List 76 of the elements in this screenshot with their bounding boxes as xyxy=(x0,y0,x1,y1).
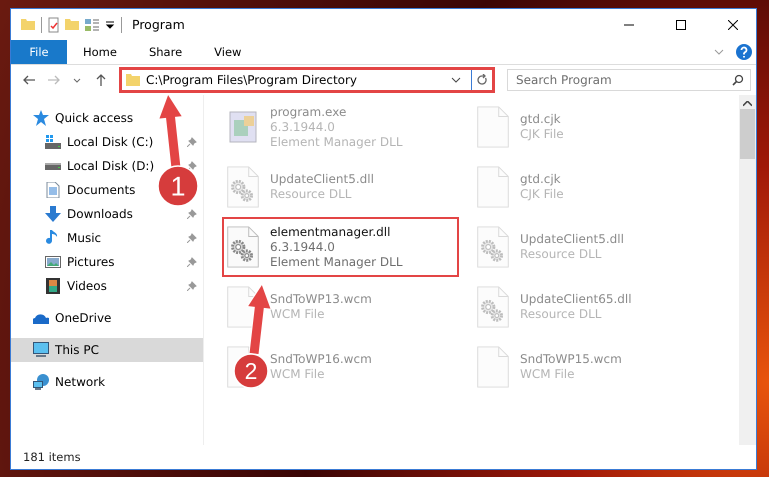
file-detail: Element Manager DLL xyxy=(270,134,403,150)
file-detail: WCM File xyxy=(270,307,324,322)
file-detail: WCM File xyxy=(520,367,574,382)
scroll-up-icon[interactable] xyxy=(743,101,752,107)
nav-item[interactable]: Music xyxy=(67,231,102,245)
nav-item[interactable]: Network xyxy=(55,375,106,389)
pin-icon[interactable] xyxy=(187,257,197,267)
file-icon xyxy=(476,346,510,388)
file-detail: Resource DLL xyxy=(520,247,602,262)
scrollbar[interactable] xyxy=(739,95,756,445)
nav-item[interactable]: Local Disk (C:) xyxy=(67,135,154,149)
monitor-icon xyxy=(33,342,49,358)
program-icon xyxy=(229,111,257,143)
file-detail: CJK File xyxy=(520,187,564,202)
file-detail: Resource DLL xyxy=(520,307,602,322)
file-detail: Resource DLL xyxy=(270,187,352,202)
nav-item[interactable]: Downloads xyxy=(67,207,133,221)
settings-file-icon xyxy=(226,226,260,268)
download-icon xyxy=(45,206,61,222)
pin-icon[interactable] xyxy=(187,137,197,147)
file-detail: Element Manager DLL xyxy=(270,254,403,270)
nav-item[interactable]: Local Disk (D:) xyxy=(67,159,154,173)
ribbon-tab[interactable]: Home xyxy=(67,40,133,64)
star-icon xyxy=(33,110,49,126)
chevron-down-icon[interactable] xyxy=(451,77,461,83)
settings-file-icon xyxy=(476,226,510,268)
window-title: Program xyxy=(132,17,186,32)
nav-item[interactable]: Videos xyxy=(67,279,107,293)
nav-item[interactable]: Pictures xyxy=(67,255,115,269)
maximize-icon[interactable] xyxy=(676,20,686,30)
address-bar[interactable]: C:\Program Files\Program Directory xyxy=(121,69,493,91)
pin-icon[interactable] xyxy=(187,209,197,219)
step-number-badge: 2 xyxy=(233,353,269,389)
file-icon xyxy=(476,166,510,208)
pin-icon[interactable] xyxy=(187,161,197,171)
up-arrow-icon[interactable] xyxy=(96,74,106,86)
back-arrow-icon[interactable] xyxy=(22,75,36,85)
refresh-icon[interactable] xyxy=(476,74,488,86)
ribbon-tab[interactable]: View xyxy=(198,40,258,64)
search-icon xyxy=(732,74,744,86)
film-icon xyxy=(45,278,61,294)
file-detail: WCM File xyxy=(270,367,324,382)
minimize-icon[interactable] xyxy=(624,24,634,26)
chevron-down-icon[interactable] xyxy=(73,78,81,82)
folder-icon xyxy=(126,74,140,86)
properties-icon[interactable] xyxy=(48,16,59,32)
layout-icon[interactable] xyxy=(85,18,99,30)
search-field[interactable]: Search Program xyxy=(507,69,751,91)
picture-icon xyxy=(45,254,61,270)
file-menu-tab[interactable]: File xyxy=(11,40,67,64)
nav-item[interactable]: OneDrive xyxy=(55,311,112,325)
file-detail: 6.3.1944.0 xyxy=(270,120,335,134)
ribbon-tab[interactable]: Share xyxy=(132,40,198,64)
file-name[interactable]: elementmanager.dll xyxy=(270,224,390,240)
expand-ribbon-icon[interactable] xyxy=(714,49,724,55)
help-icon[interactable] xyxy=(736,44,752,60)
scrollbar-thumb[interactable] xyxy=(740,109,755,159)
settings-file-icon xyxy=(476,286,510,328)
step-number-badge: 1 xyxy=(157,165,199,207)
nav-item[interactable]: This PC xyxy=(55,343,99,357)
pin-icon[interactable] xyxy=(187,281,197,291)
address-path: C:\Program Files\Program Directory xyxy=(146,73,358,87)
item-count: 181 items xyxy=(23,450,81,464)
settings-file-icon xyxy=(226,166,260,208)
dropdown-icon[interactable] xyxy=(105,20,115,28)
network-icon xyxy=(33,374,49,390)
close-icon[interactable] xyxy=(728,20,738,30)
file-icon xyxy=(476,106,510,148)
file-detail: 6.3.1944.0 xyxy=(270,240,335,254)
document-icon xyxy=(45,182,61,198)
drive-windows-icon xyxy=(45,134,61,150)
pin-icon[interactable] xyxy=(187,233,197,243)
nav-item[interactable]: Quick access xyxy=(55,111,134,125)
file-detail: CJK File xyxy=(520,127,564,142)
selected-row-highlight[interactable]: This PC xyxy=(11,338,203,362)
nav-item[interactable]: Documents xyxy=(67,183,136,197)
